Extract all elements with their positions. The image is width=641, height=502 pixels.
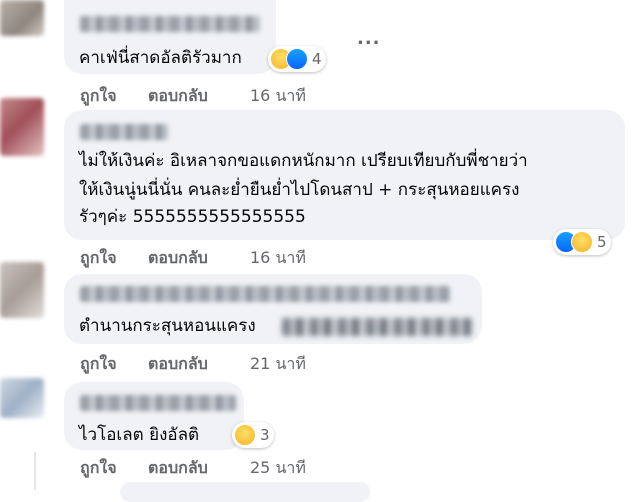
like-icon [286,48,308,70]
commenter-name[interactable] [80,124,168,140]
avatar[interactable] [0,98,44,156]
avatar[interactable] [0,0,44,36]
reaction-count: 4 [312,50,322,68]
thread-line [34,452,36,490]
commenter-name[interactable] [80,286,450,302]
avatar[interactable] [0,378,44,418]
reply-button[interactable]: ตอบกลับ [148,84,208,109]
haha-icon [234,424,256,446]
reply-button[interactable]: ตอบกลับ [148,456,208,481]
comment-time[interactable]: 21 นาที [250,352,306,377]
haha-icon [571,231,593,253]
comment-text: รัวๆค่ะ 5555555555555555 [79,207,306,227]
comment-time[interactable]: 25 นาที [250,456,306,481]
reaction-summary[interactable]: 3 [232,422,274,448]
comment-time[interactable]: 16 นาที [250,84,306,109]
reaction-summary[interactable]: 4 [268,46,326,72]
like-button[interactable]: ถูกใจ [80,246,117,271]
comment-text: ให้เงินนู่นนี่นั่น คนละย่ำยืนย่ำไปโดนสาป… [79,180,520,200]
comment-text: ไม่ให้เงินค่ะ อิเหลาจกขอแดกหนักมาก เปรีย… [79,151,528,171]
reaction-count: 5 [597,233,607,251]
like-button[interactable]: ถูกใจ [80,84,117,109]
comment-time[interactable]: 16 นาที [250,246,306,271]
reaction-count: 3 [260,426,270,444]
comment-text: ตำนานกระสุนหอนแครง [79,316,256,336]
like-button[interactable]: ถูกใจ [80,352,117,377]
redacted-text [282,318,472,336]
more-options-icon[interactable]: ... [357,28,381,49]
avatar[interactable] [0,262,44,318]
comment-bubble [120,482,370,502]
commenter-name[interactable] [80,16,260,32]
reply-button[interactable]: ตอบกลับ [148,246,208,271]
commenter-name[interactable] [80,395,236,411]
like-button[interactable]: ถูกใจ [80,456,117,481]
comment-text: คาเฟ่นี่สาดอัลติรัวมาก [79,48,242,68]
reply-button[interactable]: ตอบกลับ [148,352,208,377]
comment-text: ไวโอเลต ยิงอัลติ [79,425,200,445]
reaction-summary[interactable]: 5 [553,229,611,255]
